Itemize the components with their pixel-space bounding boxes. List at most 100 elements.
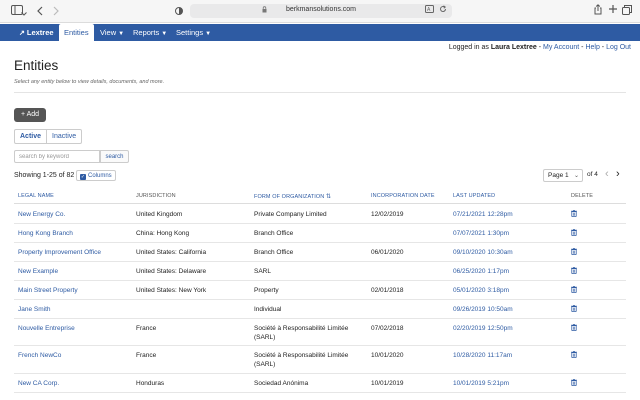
table-row[interactable]: Nouvelle Entreprise France Société à Respo…: [14, 319, 626, 346]
last-updated-link[interactable]: 09/26/2019 10:50am: [453, 305, 513, 314]
search-button[interactable]: search: [100, 150, 129, 163]
page-subtitle: Select any entity below to view details,…: [14, 79, 165, 85]
table-row[interactable]: New CA Corp. Honduras Sociedad Anónima 10/0…: [14, 374, 626, 393]
last-updated-link[interactable]: 10/01/2019 5:21pm: [453, 379, 509, 388]
trash-icon[interactable]: [571, 351, 577, 358]
table-row[interactable]: Jane Smith Individual 09/26/2019 10:50am: [14, 300, 626, 319]
entity-name-link[interactable]: Main Street Property: [18, 286, 78, 295]
last-updated-link[interactable]: 02/20/2019 12:50pm: [453, 324, 513, 333]
form-cell: Société à Responsabilité Limitée: [254, 325, 349, 332]
entity-name-link[interactable]: Nouvelle Entreprise: [18, 324, 75, 333]
chevron-down-icon[interactable]: [21, 8, 27, 20]
jurisdiction-cell: United States: New York: [136, 287, 207, 294]
last-updated-link[interactable]: 07/07/2021 1:30pm: [453, 229, 509, 238]
login-prefix: Logged in as: [448, 44, 489, 51]
form-cell-continued: (SARL): [254, 361, 276, 368]
url-text: berkmansolutions.com: [285, 6, 357, 13]
share-icon[interactable]: [594, 4, 602, 19]
last-updated-link[interactable]: 10/28/2020 11:17am: [453, 351, 512, 360]
entity-name-link[interactable]: Jane Smith: [18, 305, 51, 314]
form-cell: Sociedad Anónima: [254, 380, 309, 387]
form-cell: Branch Office: [254, 230, 294, 237]
search-input[interactable]: [14, 150, 100, 163]
prev-page-icon[interactable]: ‹: [605, 168, 609, 180]
trash-icon[interactable]: [571, 286, 577, 293]
trash-icon[interactable]: [571, 229, 577, 236]
add-entity-button[interactable]: + Add: [14, 108, 46, 122]
logout-link[interactable]: Log Out: [606, 44, 631, 51]
nav-settings[interactable]: Settings ▼: [171, 24, 216, 41]
my-account-link[interactable]: My Account: [543, 44, 579, 51]
last-updated-link[interactable]: 05/01/2020 3:18pm: [453, 286, 509, 295]
table-row[interactable]: Main Street Property United States: New Y…: [14, 281, 626, 300]
last-updated-link[interactable]: 07/21/2021 12:28pm: [453, 210, 513, 219]
entity-name-link[interactable]: French NewCo: [18, 351, 61, 360]
col-legal-name[interactable]: Legal Name: [18, 193, 54, 199]
table-row[interactable]: New Energy Co. United Kingdom Private Comp…: [14, 205, 626, 224]
jurisdiction-cell: United States: Delaware: [136, 268, 207, 275]
entity-name-link[interactable]: New Example: [18, 267, 58, 276]
last-updated-link[interactable]: 06/25/2020 1:17pm: [453, 267, 509, 276]
incorporation-date-cell: 02/01/2018: [371, 287, 404, 294]
entity-name-link[interactable]: New CA Corp.: [18, 379, 59, 388]
brand-name: Lextree: [26, 28, 54, 37]
trash-icon[interactable]: [571, 324, 577, 331]
incorporation-date-cell: 07/02/2018: [371, 325, 404, 332]
col-last-updated[interactable]: Last Updated: [453, 193, 495, 199]
forward-icon[interactable]: [53, 6, 59, 20]
app-navbar: ↗ Lextree Entities View ▼ Reports ▼ Setting…: [0, 24, 640, 41]
col-incorporation-date[interactable]: Incorporation Date: [371, 193, 435, 199]
table-row[interactable]: Hong Kong Branch China: Hong Kong Branch O…: [14, 224, 626, 243]
incorporation-date-cell: 06/01/2020: [371, 249, 404, 256]
translate-icon[interactable]: A: [425, 5, 434, 15]
back-icon[interactable]: [37, 6, 43, 20]
tab-overview-icon[interactable]: [622, 5, 632, 19]
nav-entities[interactable]: Entities: [59, 24, 94, 41]
brand-logo[interactable]: ↗ Lextree: [14, 24, 59, 41]
reload-icon[interactable]: [439, 5, 447, 15]
sort-icon: ⇅: [325, 194, 332, 200]
trash-icon[interactable]: [571, 305, 577, 312]
nav-reports-label: Reports: [133, 28, 160, 37]
nav-reports[interactable]: Reports ▼: [128, 24, 172, 41]
caret-down-icon: ▼: [205, 31, 212, 37]
nav-view[interactable]: View ▼: [95, 24, 129, 41]
entity-name-link[interactable]: Hong Kong Branch: [18, 229, 73, 238]
jurisdiction-cell: China: Hong Kong: [136, 230, 190, 237]
incorporation-date-cell: 12/02/2019: [371, 211, 404, 218]
checkbox-icon: ✓: [80, 174, 86, 180]
form-cell-continued: (SARL): [254, 334, 276, 341]
leaf-icon: ↗: [19, 30, 25, 37]
table-row[interactable]: French NewCo France Société à Responsabili…: [14, 346, 626, 374]
form-cell: Branch Office: [254, 249, 294, 256]
filter-active-button[interactable]: Active: [14, 129, 48, 144]
last-updated-link[interactable]: 09/10/2020 10:30am: [453, 248, 513, 257]
col-delete: Delete: [571, 193, 593, 199]
trash-icon[interactable]: [571, 267, 577, 274]
table-row[interactable]: New Example United States: Delaware SARL 06…: [14, 262, 626, 281]
columns-button[interactable]: ✓ Columns: [76, 170, 116, 181]
entity-name-link[interactable]: Property Improvement Office: [18, 248, 101, 257]
form-cell: Société à Responsabilité Limitée: [254, 352, 349, 359]
new-tab-icon[interactable]: [609, 5, 617, 17]
page-select[interactable]: Page 1 ⌄: [543, 169, 583, 182]
login-user: Laura Lextree: [490, 44, 537, 51]
help-link[interactable]: Help: [585, 44, 599, 51]
trash-icon[interactable]: [571, 248, 577, 255]
table-row[interactable]: Property Improvement Office United States…: [14, 243, 626, 262]
next-page-icon[interactable]: ›: [616, 168, 620, 180]
entity-name-link[interactable]: New Energy Co.: [18, 210, 65, 219]
trash-icon[interactable]: [571, 210, 577, 217]
col-form-of-organization[interactable]: Form of Organization ⇅: [254, 193, 331, 200]
jurisdiction-cell: France: [136, 325, 157, 332]
col-jurisdiction[interactable]: Jurisdiction: [136, 193, 176, 199]
divider: [14, 92, 626, 93]
privacy-shield-icon[interactable]: [175, 6, 183, 20]
address-bar[interactable]: berkmansolutions.com A: [190, 4, 452, 18]
trash-icon[interactable]: [571, 379, 577, 386]
form-cell: Property: [254, 287, 279, 294]
filter-inactive-button[interactable]: Inactive: [47, 129, 83, 144]
login-status: Logged in as Laura Lextree - My Account …: [448, 44, 631, 51]
columns-label: Columns: [88, 173, 112, 179]
form-cell: SARL: [254, 268, 271, 275]
